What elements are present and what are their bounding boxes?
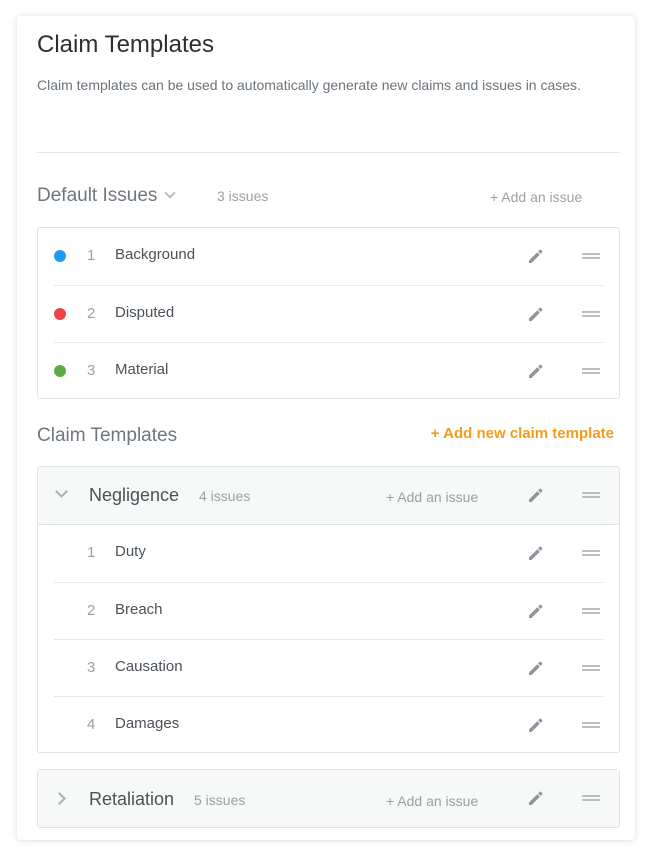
page-title: Claim Templates [37, 31, 214, 58]
list-item: 2 Disputed [38, 285, 619, 342]
pencil-icon[interactable] [527, 659, 545, 677]
issue-number: 1 [87, 247, 96, 264]
issue-label: Background [115, 246, 196, 263]
claim-template-name: Retaliation [89, 789, 175, 809]
drag-handle-icon[interactable] [582, 368, 600, 374]
pencil-icon[interactable] [527, 602, 545, 620]
default-issues-title[interactable]: Default Issues [37, 185, 177, 207]
default-issues-list: 1 Background 2 Disputed 3 Material [37, 227, 620, 399]
divider [37, 152, 620, 153]
issue-number: 3 [87, 362, 96, 379]
list-item: 4 Damages [38, 696, 619, 753]
claim-template-retaliation: Retaliation 5 issues + Add an issue [37, 769, 620, 828]
issue-color-dot [54, 308, 66, 320]
issue-number: 1 [87, 544, 96, 561]
template-add-issue-button[interactable]: + Add an issue [386, 793, 478, 809]
issue-label: Causation [115, 658, 183, 675]
pencil-icon[interactable] [527, 544, 545, 562]
drag-handle-icon[interactable] [582, 722, 600, 728]
issue-number: 4 [87, 716, 96, 733]
drag-handle-icon[interactable] [582, 665, 600, 671]
claim-templates-title: Claim Templates [37, 425, 178, 446]
issue-number: 2 [87, 602, 96, 619]
default-issues-header: Default Issues 3 issues + Add an issue [37, 185, 620, 209]
issue-label: Breach [115, 601, 163, 618]
drag-handle-icon[interactable] [582, 311, 600, 317]
claim-template-count: 5 issues [194, 792, 246, 808]
list-item: 3 Causation [38, 639, 619, 696]
pencil-icon[interactable] [527, 247, 545, 265]
pencil-icon[interactable] [527, 716, 545, 734]
claim-templates-card: Claim Templates Claim templates can be u… [17, 16, 635, 840]
claim-templates-header: Claim Templates + Add new claim template [37, 425, 620, 449]
drag-handle-icon[interactable] [582, 550, 600, 556]
issue-color-dot [54, 250, 66, 262]
drag-handle-icon[interactable] [582, 492, 600, 498]
issue-label: Damages [115, 715, 180, 732]
claim-template-header[interactable]: Negligence 4 issues + Add an issue [38, 467, 619, 525]
pencil-icon[interactable] [527, 362, 545, 380]
default-add-issue-button[interactable]: + Add an issue [490, 189, 582, 205]
issue-label: Material [115, 361, 169, 378]
issue-label: Disputed [115, 304, 175, 321]
drag-handle-icon[interactable] [582, 795, 600, 801]
page-description: Claim templates can be used to automatic… [37, 77, 581, 93]
issue-number: 2 [87, 305, 96, 322]
chevron-right-icon[interactable] [53, 792, 66, 805]
claim-template-name: Negligence [89, 485, 180, 505]
issue-number: 3 [87, 659, 96, 676]
add-claim-template-button[interactable]: + Add new claim template [431, 425, 614, 442]
claim-template-header[interactable]: Retaliation 5 issues + Add an issue [38, 770, 619, 827]
drag-handle-icon[interactable] [582, 608, 600, 614]
list-item: 1 Background [38, 228, 619, 285]
claim-template-negligence: Negligence 4 issues + Add an issue 1 Dut… [37, 466, 620, 753]
default-issues-title-text: Default Issues [37, 185, 158, 206]
pencil-icon[interactable] [527, 305, 545, 323]
list-item: 2 Breach [38, 582, 619, 639]
default-issues-count: 3 issues [217, 188, 269, 204]
issue-label: Duty [115, 543, 146, 560]
pencil-icon[interactable] [527, 486, 545, 504]
list-item: 1 Duty [38, 525, 619, 582]
template-add-issue-button[interactable]: + Add an issue [386, 489, 478, 505]
issue-color-dot [54, 365, 66, 377]
pencil-icon[interactable] [527, 789, 545, 807]
chevron-down-icon[interactable] [164, 187, 177, 199]
claim-template-count: 4 issues [199, 488, 251, 504]
list-item: 3 Material [38, 342, 619, 399]
chevron-down-icon[interactable] [55, 485, 68, 498]
drag-handle-icon[interactable] [582, 253, 600, 259]
